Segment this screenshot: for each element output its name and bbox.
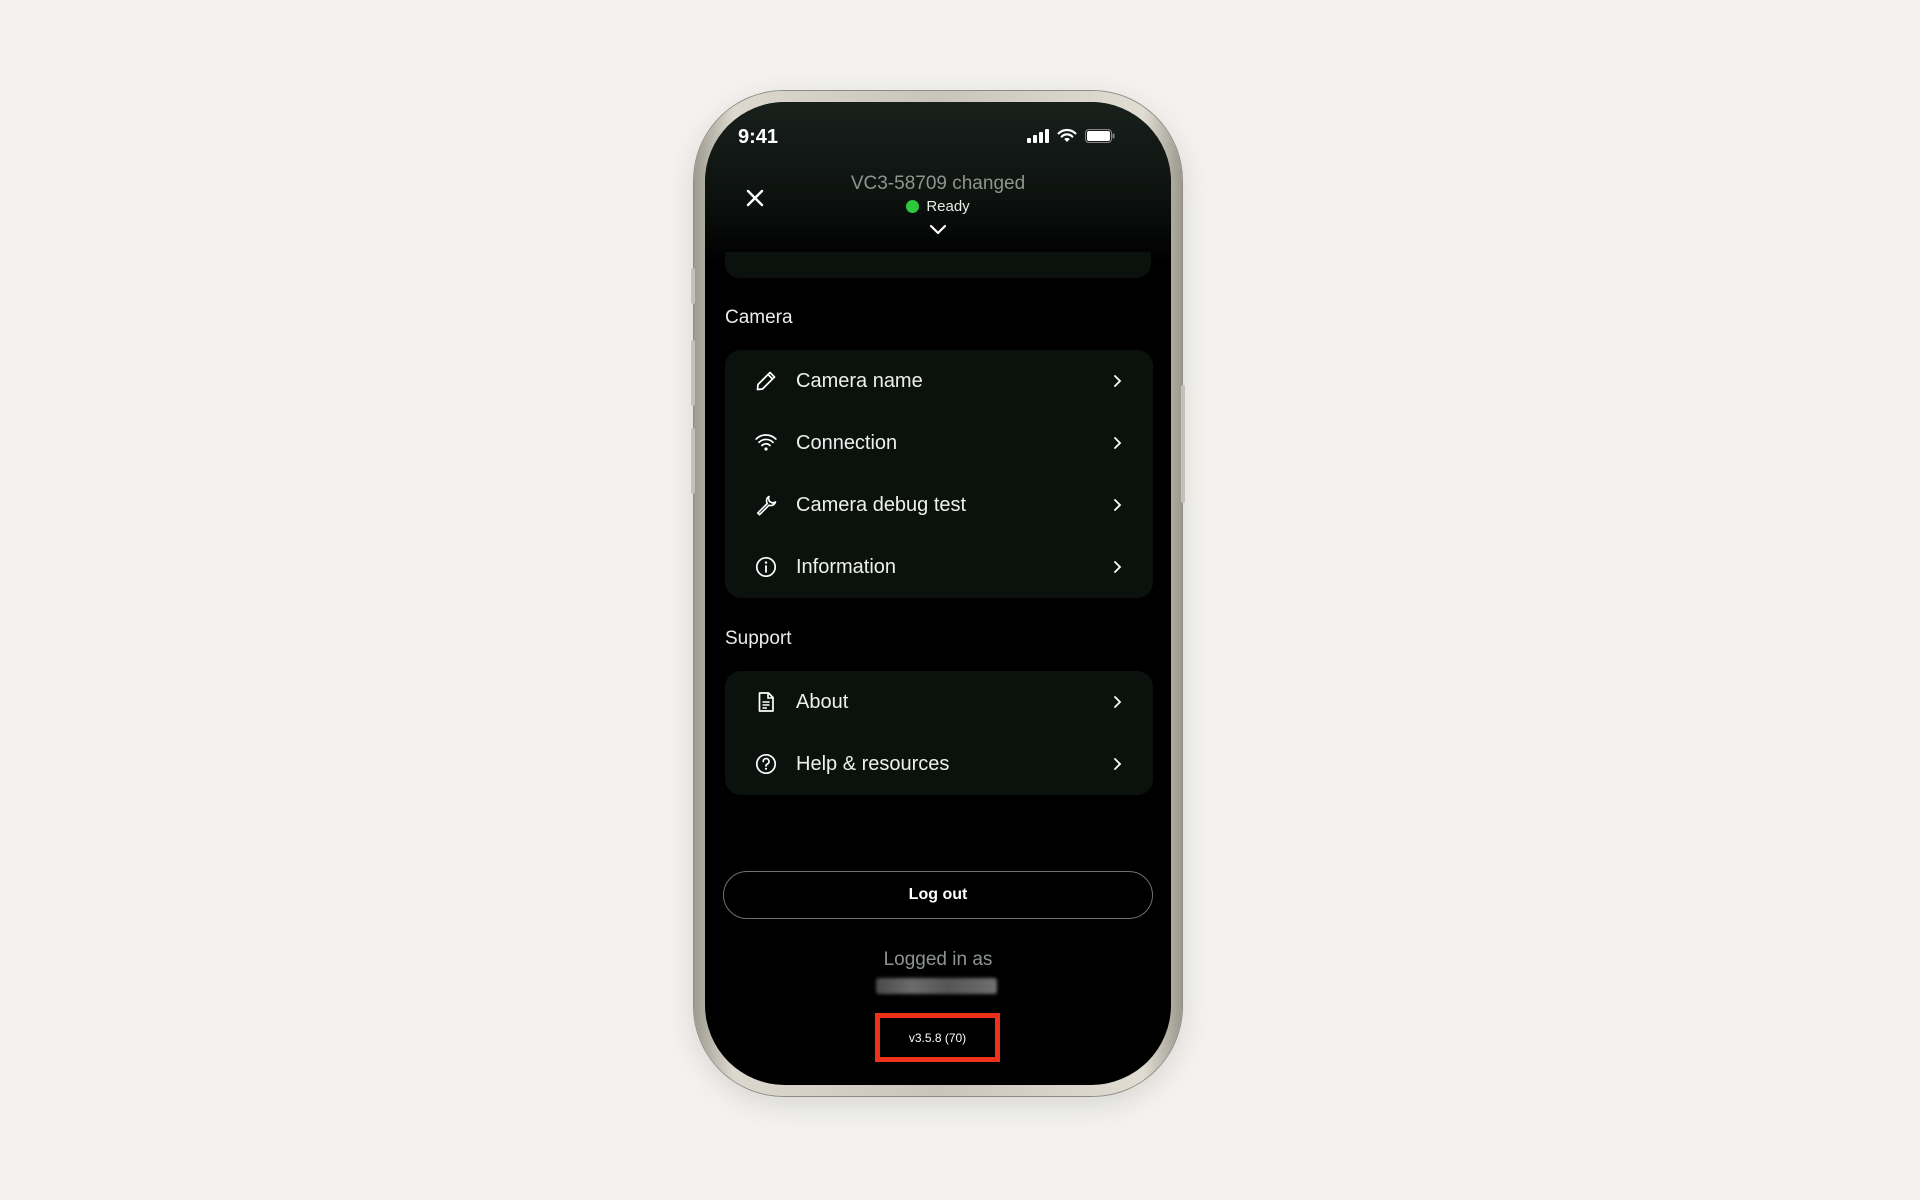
- redacted-email: [876, 978, 997, 994]
- info-icon: [755, 556, 777, 578]
- chevron-right-icon: [1114, 696, 1122, 708]
- power-button: [1181, 385, 1185, 503]
- help-resources-label: Help & resources: [796, 752, 950, 775]
- camera-name-label: Camera name: [796, 369, 923, 392]
- battery-icon: [1085, 128, 1115, 143]
- camera-debug-test-label: Camera debug test: [796, 493, 967, 516]
- chevron-right-icon: [1114, 758, 1122, 770]
- information-row[interactable]: Information: [725, 536, 1153, 598]
- connection-row[interactable]: Connection: [725, 412, 1153, 474]
- chevron-right-icon: [1114, 437, 1122, 449]
- support-section-title: Support: [725, 628, 792, 649]
- camera-settings-card: Camera name Connection Camera debug test: [725, 350, 1153, 598]
- chevron-right-icon: [1114, 561, 1122, 573]
- chevron-down-icon[interactable]: [928, 224, 948, 236]
- pencil-icon: [756, 371, 776, 391]
- chevron-right-icon: [1114, 499, 1122, 511]
- volume-down-button: [691, 428, 695, 494]
- camera-status: Ready: [705, 198, 1171, 215]
- previous-section-card: [725, 252, 1151, 278]
- camera-status-label: Ready: [926, 198, 970, 215]
- wifi-icon: [755, 434, 777, 451]
- status-dot-icon: [906, 200, 920, 213]
- camera-title: VC3-58709 changed: [850, 173, 1026, 194]
- document-icon: [758, 692, 774, 712]
- cellular-signal-icon: [1027, 128, 1049, 143]
- logout-button[interactable]: Log out: [723, 871, 1153, 919]
- about-label: About: [796, 690, 849, 713]
- status-bar: 9:41: [705, 124, 1171, 154]
- version-highlight: v3.5.8 (70): [875, 1013, 1000, 1062]
- support-card: About Help & resources: [725, 671, 1153, 795]
- about-row[interactable]: About: [725, 671, 1153, 733]
- help-circle-icon: [755, 753, 777, 775]
- help-resources-row[interactable]: Help & resources: [725, 733, 1153, 795]
- wifi-status-icon: [1057, 128, 1077, 142]
- mute-switch: [691, 268, 695, 304]
- chevron-right-icon: [1114, 375, 1122, 387]
- wrench-icon: [757, 495, 777, 516]
- app-version: v3.5.8 (70): [908, 1030, 967, 1045]
- logged-in-label: Logged in as: [883, 949, 993, 970]
- information-label: Information: [796, 555, 897, 578]
- status-time: 9:41: [738, 126, 779, 148]
- camera-name-row[interactable]: Camera name: [725, 350, 1153, 412]
- phone-screen: 9:41 VC3-58709 changed Ready Camera Came…: [705, 102, 1171, 1085]
- connection-label: Connection: [796, 431, 898, 454]
- volume-up-button: [691, 340, 695, 406]
- camera-debug-test-row[interactable]: Camera debug test: [725, 474, 1153, 536]
- camera-section-title: Camera: [725, 307, 793, 328]
